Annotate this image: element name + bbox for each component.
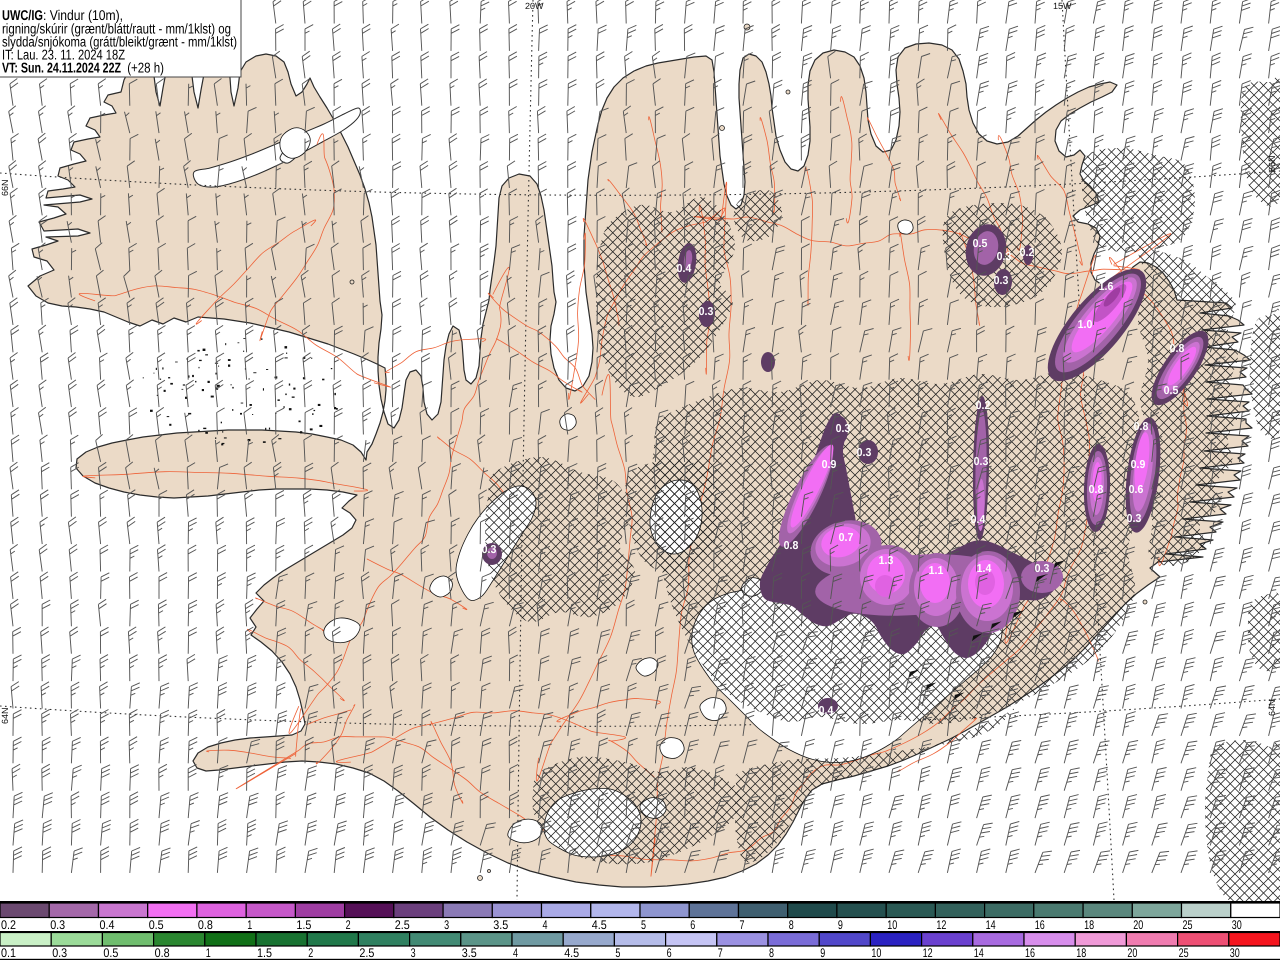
svg-text:2: 2 (346, 918, 351, 932)
svg-text:0.4: 0.4 (100, 918, 115, 932)
svg-text:1: 1 (247, 918, 252, 932)
svg-text:18: 18 (1084, 918, 1094, 932)
svg-text:0.5: 0.5 (103, 946, 118, 960)
svg-text:0.9: 0.9 (822, 459, 837, 471)
svg-text:7: 7 (718, 946, 723, 960)
svg-text:0.5: 0.5 (149, 918, 164, 932)
svg-text:0.2: 0.2 (976, 400, 991, 412)
svg-text:5: 5 (615, 946, 620, 960)
svg-text:14: 14 (974, 946, 984, 960)
svg-text:25: 25 (1183, 918, 1193, 932)
svg-text:8: 8 (769, 946, 774, 960)
svg-text:20: 20 (1133, 918, 1143, 932)
svg-text:64N: 64N (1267, 699, 1277, 716)
svg-text:0.8: 0.8 (784, 540, 799, 552)
svg-text:4: 4 (543, 918, 548, 932)
svg-text:0.4: 0.4 (971, 514, 986, 526)
svg-text:1.6: 1.6 (1099, 281, 1114, 293)
svg-text:66N: 66N (1267, 155, 1277, 172)
svg-text:2.5: 2.5 (359, 946, 374, 960)
svg-text:16: 16 (1035, 918, 1045, 932)
svg-text:0.3: 0.3 (50, 918, 65, 932)
svg-text:0.3: 0.3 (997, 251, 1012, 263)
svg-text:14: 14 (986, 918, 996, 932)
svg-text:4.5: 4.5 (592, 918, 607, 932)
svg-text:0.3: 0.3 (52, 946, 67, 960)
svg-text:0.3: 0.3 (836, 423, 851, 435)
svg-text:7: 7 (740, 918, 745, 932)
svg-text:0.3: 0.3 (1035, 563, 1050, 575)
svg-text:0.3: 0.3 (1127, 513, 1142, 525)
svg-text:2.5: 2.5 (395, 918, 410, 932)
svg-text:3.5: 3.5 (462, 946, 477, 960)
svg-text:18: 18 (1076, 946, 1086, 960)
svg-text:1.5: 1.5 (257, 946, 272, 960)
svg-text:3: 3 (411, 946, 416, 960)
svg-text:0.3: 0.3 (482, 544, 497, 556)
svg-text:0.5: 0.5 (1164, 385, 1179, 397)
svg-text:64N: 64N (0, 707, 10, 724)
svg-text:0.8: 0.8 (1134, 421, 1149, 433)
svg-text:0.9: 0.9 (1131, 459, 1146, 471)
svg-text:10: 10 (871, 946, 881, 960)
svg-text:VT: Sun. 24.11.2024 22Z: VT: Sun. 24.11.2024 22Z (2, 61, 121, 77)
svg-text:3: 3 (444, 918, 449, 932)
svg-text:0.4: 0.4 (677, 263, 692, 275)
svg-text:0.2: 0.2 (1, 918, 16, 932)
svg-text:0.7: 0.7 (839, 532, 854, 544)
svg-text:30: 30 (1232, 918, 1242, 932)
svg-text:0.8: 0.8 (198, 918, 213, 932)
svg-text:9: 9 (820, 946, 825, 960)
svg-text:0.8: 0.8 (155, 946, 170, 960)
svg-text:5: 5 (641, 918, 646, 932)
svg-text:1.4: 1.4 (977, 563, 992, 575)
svg-text:4.5: 4.5 (564, 946, 579, 960)
svg-text:4: 4 (513, 946, 518, 960)
svg-text:0.2: 0.2 (1020, 247, 1035, 259)
svg-text:20: 20 (1127, 946, 1137, 960)
svg-text:0.4: 0.4 (819, 705, 834, 717)
svg-text:0.8: 0.8 (1170, 343, 1185, 355)
svg-text:(+28 h): (+28 h) (124, 61, 164, 77)
svg-text:0.5: 0.5 (973, 238, 988, 250)
svg-text:0.3: 0.3 (699, 306, 714, 318)
svg-text:30: 30 (1230, 946, 1240, 960)
svg-text:12: 12 (936, 918, 946, 932)
svg-text:0.3: 0.3 (857, 447, 872, 459)
svg-text:0.8: 0.8 (1089, 484, 1104, 496)
svg-text:3.5: 3.5 (493, 918, 508, 932)
svg-text:20W: 20W (525, 1, 544, 11)
svg-text:6: 6 (667, 946, 672, 960)
svg-text:1.5: 1.5 (296, 918, 311, 932)
svg-text:1: 1 (206, 946, 211, 960)
svg-text:1.0: 1.0 (1078, 319, 1093, 331)
svg-text:1.1: 1.1 (929, 565, 944, 577)
svg-text:8: 8 (789, 918, 794, 932)
svg-text:66N: 66N (0, 179, 10, 196)
svg-text:12: 12 (923, 946, 933, 960)
svg-text:0.6: 0.6 (1129, 484, 1144, 496)
svg-text:9: 9 (838, 918, 843, 932)
svg-text:0.1: 0.1 (1, 946, 16, 960)
svg-text:1.3: 1.3 (879, 555, 894, 567)
svg-text:16: 16 (1025, 946, 1035, 960)
svg-text:15W: 15W (1053, 1, 1072, 11)
svg-text:25: 25 (1179, 946, 1189, 960)
svg-text:0.3: 0.3 (994, 275, 1009, 287)
svg-text:10: 10 (887, 918, 897, 932)
svg-text:6: 6 (690, 918, 695, 932)
svg-text:2: 2 (308, 946, 313, 960)
svg-text:0.3: 0.3 (974, 456, 989, 468)
